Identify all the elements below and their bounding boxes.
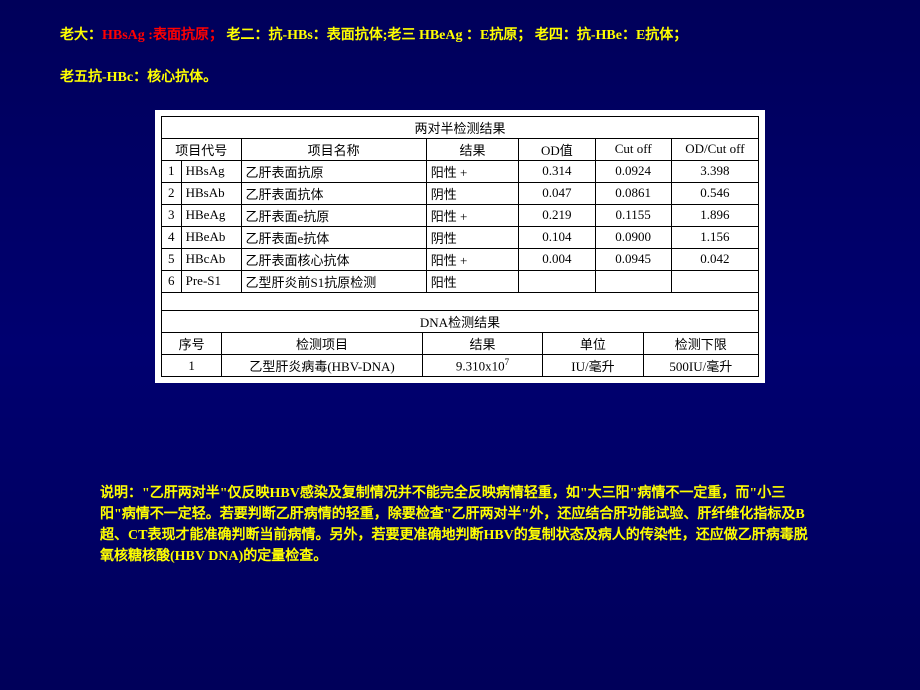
cell-item: 乙型肝炎病毒(HBV-DNA) xyxy=(222,355,423,377)
cell-code: HBsAg xyxy=(181,160,241,182)
cell-od xyxy=(519,270,595,292)
cell-code: HBcAb xyxy=(181,248,241,270)
table-row: 3 HBeAg 乙肝表面e抗原 阳性 + 0.219 0.1155 1.896 xyxy=(162,204,759,226)
cell-result: 阳性 + xyxy=(426,204,519,226)
table-row: 1 HBsAg 乙肝表面抗原 阳性 + 0.314 0.0924 3.398 xyxy=(162,160,759,182)
cell-name: 乙型肝炎前S1抗原检测 xyxy=(241,270,426,292)
table-row: 6 Pre-S1 乙型肝炎前S1抗原检测 阳性 xyxy=(162,270,759,292)
result-exp: 7 xyxy=(505,357,510,367)
cell-num: 1 xyxy=(162,160,182,182)
header-section: 老大：HBsAg :表面抗原； 老二：抗-HBs：表面抗体;老三 HBeAg ：… xyxy=(0,0,920,90)
cell-ratio xyxy=(671,270,758,292)
table2-title-row: DNA检测结果 xyxy=(162,311,759,333)
cell-code: HBsAb xyxy=(181,182,241,204)
cell-name: 乙肝表面e抗原 xyxy=(241,204,426,226)
cell-name: 乙肝表面抗体 xyxy=(241,182,426,204)
cell-od: 0.047 xyxy=(519,182,595,204)
th-cutoff: Cut off xyxy=(595,138,671,160)
cell-ratio: 0.546 xyxy=(671,182,758,204)
th-result: 结果 xyxy=(426,138,519,160)
dna-table: DNA检测结果 序号 检测项目 结果 单位 检测下限 1 乙型肝炎病毒(HBV-… xyxy=(161,310,759,377)
th-result: 结果 xyxy=(422,333,542,355)
two-half-table: 两对半检测结果 项目代号 项目名称 结果 OD值 Cut off OD/Cut … xyxy=(161,116,759,311)
cell-ratio: 1.896 xyxy=(671,204,758,226)
cell-od: 0.104 xyxy=(519,226,595,248)
cell-result: 阳性 + xyxy=(426,160,519,182)
cell-cutoff: 0.0900 xyxy=(595,226,671,248)
cell-od: 0.219 xyxy=(519,204,595,226)
cell-od: 0.004 xyxy=(519,248,595,270)
cell-ratio: 3.398 xyxy=(671,160,758,182)
cell-num: 3 xyxy=(162,204,182,226)
cell-name: 乙肝表面抗原 xyxy=(241,160,426,182)
th-item: 检测项目 xyxy=(222,333,423,355)
item1-code: HBsAg :表面抗原 xyxy=(102,28,209,43)
cell-cutoff xyxy=(595,270,671,292)
header-line-2: 老五抗-HBc：核心抗体。 xyxy=(60,67,860,89)
table-row: 5 HBcAb 乙肝表面核心抗体 阳性 + 0.004 0.0945 0.042 xyxy=(162,248,759,270)
th-name: 项目名称 xyxy=(241,138,426,160)
report-container: 两对半检测结果 项目代号 项目名称 结果 OD值 Cut off OD/Cut … xyxy=(155,110,765,384)
th-code: 项目代号 xyxy=(162,138,242,160)
cell-result: 阴性 xyxy=(426,226,519,248)
th-od: OD值 xyxy=(519,138,595,160)
item4: 老四：抗-HBe：E抗体； xyxy=(531,28,687,43)
table1-header-row: 项目代号 项目名称 结果 OD值 Cut off OD/Cut off xyxy=(162,138,759,160)
cell-result: 阳性 xyxy=(426,270,519,292)
header-line-1: 老大：HBsAg :表面抗原； 老二：抗-HBs：表面抗体;老三 HBeAg ：… xyxy=(60,25,860,47)
th-ratio: OD/Cut off xyxy=(671,138,758,160)
cell-code: HBeAb xyxy=(181,226,241,248)
cell-ratio: 1.156 xyxy=(671,226,758,248)
th-unit: 单位 xyxy=(543,333,643,355)
cell-seq: 1 xyxy=(162,355,222,377)
cell-num: 2 xyxy=(162,182,182,204)
result-base: 9.310x10 xyxy=(456,358,505,373)
cell-limit: 500IU/毫升 xyxy=(643,355,758,377)
table2-data-row: 1 乙型肝炎病毒(HBV-DNA) 9.310x107 IU/毫升 500IU/… xyxy=(162,355,759,377)
cell-result: 9.310x107 xyxy=(422,355,542,377)
cell-name: 乙肝表面核心抗体 xyxy=(241,248,426,270)
item3: 老三 HBeAg ：E抗原； xyxy=(387,28,531,43)
table2-header-row: 序号 检测项目 结果 单位 检测下限 xyxy=(162,333,759,355)
cell-cutoff: 0.1155 xyxy=(595,204,671,226)
item1-label: 老大： xyxy=(60,28,102,43)
cell-num: 4 xyxy=(162,226,182,248)
cell-num: 5 xyxy=(162,248,182,270)
table1-title-row: 两对半检测结果 xyxy=(162,116,759,138)
spacer-row xyxy=(162,292,759,310)
table2-title: DNA检测结果 xyxy=(162,311,759,333)
th-limit: 检测下限 xyxy=(643,333,758,355)
cell-cutoff: 0.0924 xyxy=(595,160,671,182)
cell-code: Pre-S1 xyxy=(181,270,241,292)
th-seq: 序号 xyxy=(162,333,222,355)
item1-sep: ； xyxy=(209,28,223,43)
explanation-text: 说明："乙肝两对半"仅反映HBV感染及复制情况并不能完全反映病情轻重，如"大三阳… xyxy=(0,383,920,567)
cell-cutoff: 0.0945 xyxy=(595,248,671,270)
table-row: 4 HBeAb 乙肝表面e抗体 阴性 0.104 0.0900 1.156 xyxy=(162,226,759,248)
cell-name: 乙肝表面e抗体 xyxy=(241,226,426,248)
cell-num: 6 xyxy=(162,270,182,292)
cell-ratio: 0.042 xyxy=(671,248,758,270)
cell-od: 0.314 xyxy=(519,160,595,182)
cell-cutoff: 0.0861 xyxy=(595,182,671,204)
table1-title: 两对半检测结果 xyxy=(162,116,759,138)
item2: 老二：抗-HBs：表面抗体; xyxy=(223,28,388,43)
table-row: 2 HBsAb 乙肝表面抗体 阴性 0.047 0.0861 0.546 xyxy=(162,182,759,204)
cell-result: 阴性 xyxy=(426,182,519,204)
cell-unit: IU/毫升 xyxy=(543,355,643,377)
cell-code: HBeAg xyxy=(181,204,241,226)
cell-result: 阳性 + xyxy=(426,248,519,270)
